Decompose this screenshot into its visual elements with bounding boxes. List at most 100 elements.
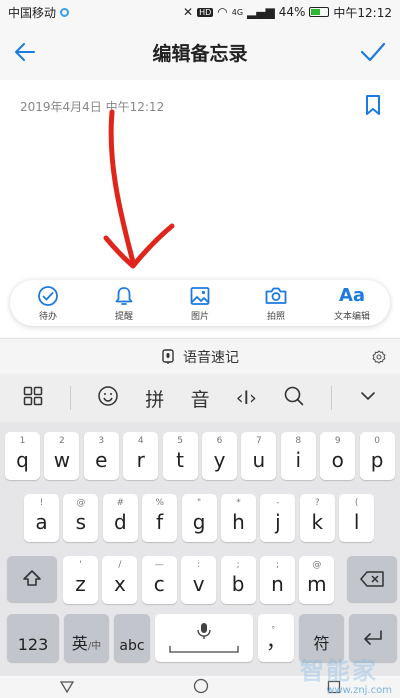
key-alt-char: @ <box>312 560 322 570</box>
chevron-down-icon <box>360 392 375 401</box>
nav-home-button[interactable] <box>193 678 209 698</box>
punctuation-key-label: ， <box>266 629 286 653</box>
key-char: t <box>176 448 185 472</box>
key-char: p <box>370 448 384 472</box>
search-button[interactable] <box>283 385 305 411</box>
key-alt-char: 3 <box>98 436 105 446</box>
abc-key-label: abc <box>119 638 145 654</box>
key-w[interactable]: 2w <box>44 432 80 480</box>
shift-icon <box>23 570 41 586</box>
space-key[interactable] <box>155 614 253 662</box>
key-k[interactable]: ? k <box>299 494 335 542</box>
key-f[interactable]: % f <box>142 494 178 542</box>
camera-icon <box>265 287 287 304</box>
voice-note-label: 语音速记 <box>183 349 239 366</box>
key-char: m <box>307 572 327 596</box>
nav-back-button[interactable] <box>59 679 75 698</box>
key-char: a <box>35 510 48 534</box>
search-icon <box>284 386 304 406</box>
key-char: c <box>153 572 165 596</box>
image-button[interactable]: 图片 <box>165 285 235 322</box>
key-alt-char: 1 <box>19 436 26 446</box>
key-l[interactable]: (l <box>339 494 375 542</box>
divider <box>69 386 71 410</box>
keyboard-toolbar: 拼 音 ‹I› <box>0 374 400 422</box>
backspace-key[interactable] <box>347 556 397 602</box>
key-alt-char: # <box>116 498 125 508</box>
voice-input-button[interactable]: 音 <box>191 385 210 412</box>
key-alt-char: ; <box>275 560 280 570</box>
key-z[interactable]: ' z <box>63 556 98 604</box>
key-alt-char: * <box>236 498 241 508</box>
abc-key[interactable]: abc <box>114 614 150 662</box>
key-t[interactable]: 5t <box>162 432 198 480</box>
key-d[interactable]: # d <box>102 494 138 542</box>
punctuation-key[interactable]: 。 ， <box>258 614 294 662</box>
key-q[interactable]: 1q <box>5 432 40 480</box>
key-j[interactable]: -j <box>260 494 296 542</box>
key-a[interactable]: ! a <box>24 494 59 542</box>
watermark-url: www.znj.com <box>326 685 392 696</box>
apps-grid-button[interactable] <box>23 386 43 410</box>
key-e[interactable]: 3e <box>83 432 119 480</box>
todo-label: 待办 <box>38 311 57 322</box>
voice-settings-button[interactable] <box>372 349 386 368</box>
collapse-keyboard-button[interactable] <box>359 387 377 409</box>
key-s[interactable]: @ s <box>63 494 99 542</box>
key-alt-char: ; <box>236 560 240 570</box>
pinyin-button[interactable]: 拼 <box>145 385 164 412</box>
shift-key[interactable] <box>7 556 57 602</box>
key-alt-char: 9 <box>334 436 341 446</box>
key-char: n <box>271 572 284 596</box>
key-v[interactable]: :v <box>181 556 217 604</box>
key-b[interactable]: ; b <box>220 556 256 604</box>
key-o[interactable]: 9o <box>320 432 356 480</box>
key-y[interactable]: 6y <box>202 432 237 480</box>
key-i[interactable]: 8i <box>280 432 316 480</box>
reminder-button[interactable]: 提醒 <box>89 285 159 322</box>
key-char: e <box>95 448 108 472</box>
microphone-icon <box>197 623 211 639</box>
key-alt-char: - <box>276 498 280 508</box>
lang-primary: 英 <box>71 634 88 653</box>
key-h[interactable]: * h <box>221 494 256 542</box>
camera-button[interactable]: 拍照 <box>241 285 311 322</box>
key-n[interactable]: ; n <box>260 556 295 604</box>
key-p[interactable]: 0p <box>359 432 395 480</box>
voice-note-bar[interactable]: 语音速记 <box>0 338 400 374</box>
key-char: q <box>16 448 29 472</box>
emoji-button[interactable] <box>97 385 119 411</box>
key-char: g <box>192 510 206 534</box>
key-x[interactable]: / x <box>102 556 138 604</box>
key-alt-char: ( <box>354 498 359 508</box>
cursor-button[interactable]: ‹I› <box>236 387 257 409</box>
todo-button[interactable]: 待办 <box>13 285 83 322</box>
key-u[interactable]: 7u <box>241 432 277 480</box>
language-switch-label: 英/中 <box>64 630 109 654</box>
key-alt-char: 4 <box>137 436 144 446</box>
image-label: 图片 <box>190 311 209 322</box>
text-format-button[interactable]: Aa 文本编辑 <box>317 285 387 322</box>
numbers-key[interactable]: 123 <box>7 614 59 662</box>
numbers-key-label: 123 <box>17 635 49 654</box>
divider <box>331 386 333 410</box>
key-c[interactable]: — c <box>141 556 177 604</box>
key-char: b <box>231 572 245 596</box>
key-m[interactable]: @ m <box>299 556 335 604</box>
grid-icon <box>23 386 43 406</box>
key-alt-char: 2 <box>59 436 65 446</box>
key-alt-char: : <box>197 560 201 570</box>
image-icon <box>190 286 210 305</box>
key-alt-char: 8 <box>295 436 302 446</box>
key-char: s <box>75 510 87 534</box>
key-alt-char: 5 <box>177 436 183 446</box>
key-char: f <box>156 510 164 534</box>
note-toolbar: 待办 提醒 图片 拍照 Aa 文本编辑 <box>10 280 390 326</box>
key-alt-char: ' <box>79 560 82 570</box>
key-char: w <box>53 448 71 472</box>
language-switch-key[interactable]: 英/中 <box>64 614 109 662</box>
key-char: k <box>311 510 324 534</box>
key-r[interactable]: 4r <box>123 432 159 480</box>
key-g[interactable]: " g <box>181 494 217 542</box>
triangle-back-icon <box>59 680 75 693</box>
